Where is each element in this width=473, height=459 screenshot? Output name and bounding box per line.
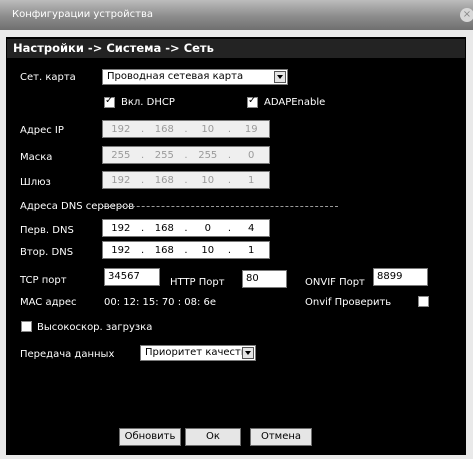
gateway-octet: 192 [111,174,131,186]
ip-dot: . [184,222,188,234]
ip-dot: . [227,149,232,161]
data-transfer-label: Передача данных [20,349,115,360]
close-icon[interactable]: × [460,8,473,22]
dhcp-label: Вкл. DHCP [121,97,175,108]
ok-button[interactable]: Ок [185,428,241,446]
mask-octet: 255 [111,149,131,161]
dns1-octet: 192 [111,222,131,234]
onvif-check-label: Onvif Проверить [305,297,392,308]
ip-dot: . [227,123,232,135]
mask-label: Маска [20,152,53,163]
adap-checkbox[interactable] [247,95,258,108]
ip-dot: . [140,244,145,256]
ip-dot: . [140,174,145,186]
ip-dot: . [184,123,188,135]
subnet-mask-field[interactable]: 255. 255. 255. 0 [102,146,270,164]
data-transfer-select[interactable]: Приоритет качеству [140,345,256,361]
gateway-octet: 1 [248,174,255,186]
dns2-octet: 168 [154,244,174,256]
gateway-octet: 168 [154,174,174,186]
http-port-input[interactable]: 80 [242,270,287,288]
window-title: Конфигурации устройства [12,9,153,20]
ip-dot: . [227,244,232,256]
refresh-button[interactable]: Обновить [119,428,181,446]
ip-dot: . [184,244,188,256]
net-card-select[interactable]: Проводная сетевая карта [102,69,288,85]
ip-octet: 10 [201,123,215,135]
dns1-octet: 4 [248,222,255,234]
onvif-port-input[interactable]: 8899 [373,268,428,286]
data-transfer-value: Приоритет качеству [145,347,253,358]
dns2-octet: 10 [201,244,215,256]
secondary-dns-field[interactable]: 192. 168. 10. 1 [102,241,270,259]
mask-octet: 255 [198,149,218,161]
breadcrumb: Настройки -> Система -> Сеть [7,39,465,58]
section-divider [102,206,338,207]
onvif-check-checkbox[interactable] [418,296,429,307]
ip-dot: . [184,149,188,161]
ip-address-field[interactable]: 192. 168. 10. 19 [102,120,270,138]
ip-dot: . [227,222,232,234]
onvif-port-label: ONVIF Порт [305,277,365,288]
dns2-octet: 192 [111,244,131,256]
dns1-octet: 168 [154,222,174,234]
mask-octet: 255 [154,149,174,161]
dns1-octet: 0 [204,222,211,234]
ip-dot: . [140,123,145,135]
gateway-field[interactable]: 192. 168. 10. 1 [102,171,270,189]
ip-dot: . [140,149,145,161]
http-port-label: HTTP Порт [170,277,225,288]
net-card-label: Сет. карта [20,72,76,83]
ip-dot: . [184,174,188,186]
dns1-label: Перв. DNS [20,225,74,236]
tcp-port-label: TCP порт [20,275,67,286]
mask-octet: 0 [248,149,255,161]
adap-label: ADAPEnable [264,97,326,108]
highspeed-download-label: Высокоскор. загрузка [37,322,153,333]
gateway-label: Шлюз [20,177,51,188]
dhcp-checkbox[interactable] [104,95,115,108]
tcp-port-input[interactable]: 34567 [104,268,160,286]
net-card-value: Проводная сетевая карта [107,71,244,82]
mac-address-label: MAC адрес [20,297,77,308]
ip-octet: 168 [154,123,174,135]
dns2-octet: 1 [248,244,255,256]
window-titlebar: Конфигурации устройства × [0,0,473,30]
gateway-octet: 10 [201,174,215,186]
highspeed-download-checkbox[interactable] [21,321,32,332]
ip-dot: . [227,174,232,186]
ip-octet: 19 [244,123,258,135]
ip-octet: 192 [111,123,131,135]
cancel-button[interactable]: Отмена [250,428,312,446]
mac-address-value: 00: 12: 15: 70 : 08: 6e [104,297,217,308]
ip-label: Адрес IP [20,125,64,136]
dns2-label: Втор. DNS [20,247,74,258]
chevron-down-icon[interactable] [242,347,254,359]
primary-dns-field[interactable]: 192. 168. 0. 4 [102,219,270,237]
ip-dot: . [140,222,145,234]
chevron-down-icon[interactable] [274,71,286,83]
